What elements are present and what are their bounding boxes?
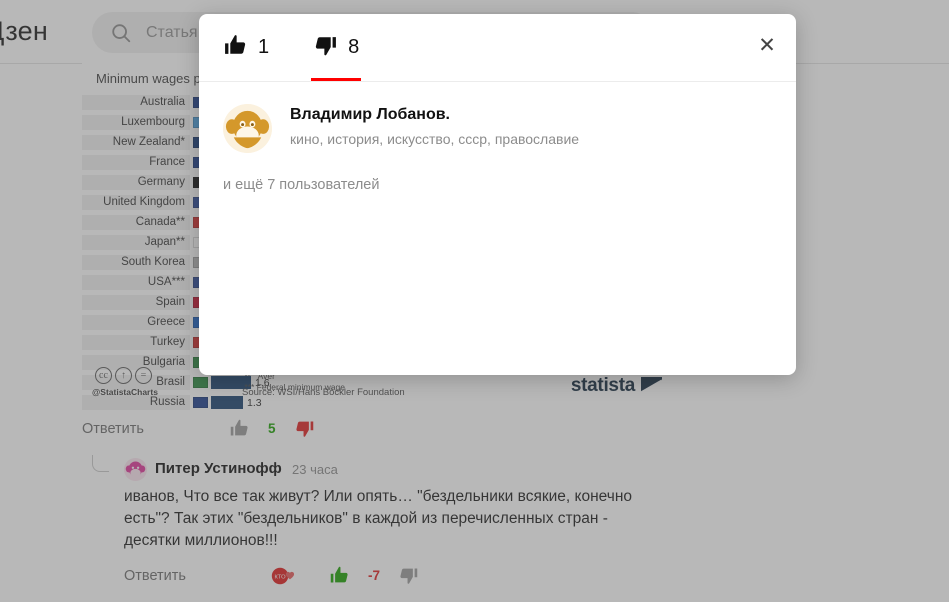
close-icon[interactable]: ✕: [752, 30, 782, 60]
tab-likes[interactable]: 1: [221, 14, 271, 81]
tab-underline: [311, 78, 362, 81]
user-info: Владимир Лобанов. кино, история, искусст…: [290, 104, 579, 147]
more-users-label[interactable]: и ещё 7 пользователей: [223, 177, 772, 193]
thumbs-down-icon: [313, 33, 338, 63]
user-tags: кино, история, искусство, ссср, правосла…: [290, 131, 580, 147]
thumbs-up-icon: [223, 33, 248, 63]
avatar[interactable]: [223, 104, 272, 153]
tab-underline: [221, 78, 271, 81]
tab-dislikes[interactable]: 8: [311, 14, 362, 81]
reaction-tabs: 1 8: [221, 14, 362, 81]
likes-count: 1: [258, 36, 270, 58]
modal-body: Владимир Лобанов. кино, история, искусст…: [199, 82, 796, 193]
modal-header: 1 8 ✕: [199, 14, 796, 82]
dislikes-count: 8: [348, 36, 360, 58]
user-name[interactable]: Владимир Лобанов.: [290, 106, 579, 124]
list-item[interactable]: Владимир Лобанов. кино, история, искусст…: [223, 104, 772, 153]
reactions-modal: 1 8 ✕ Владимир Лобанов. кино, история, и…: [199, 14, 796, 375]
